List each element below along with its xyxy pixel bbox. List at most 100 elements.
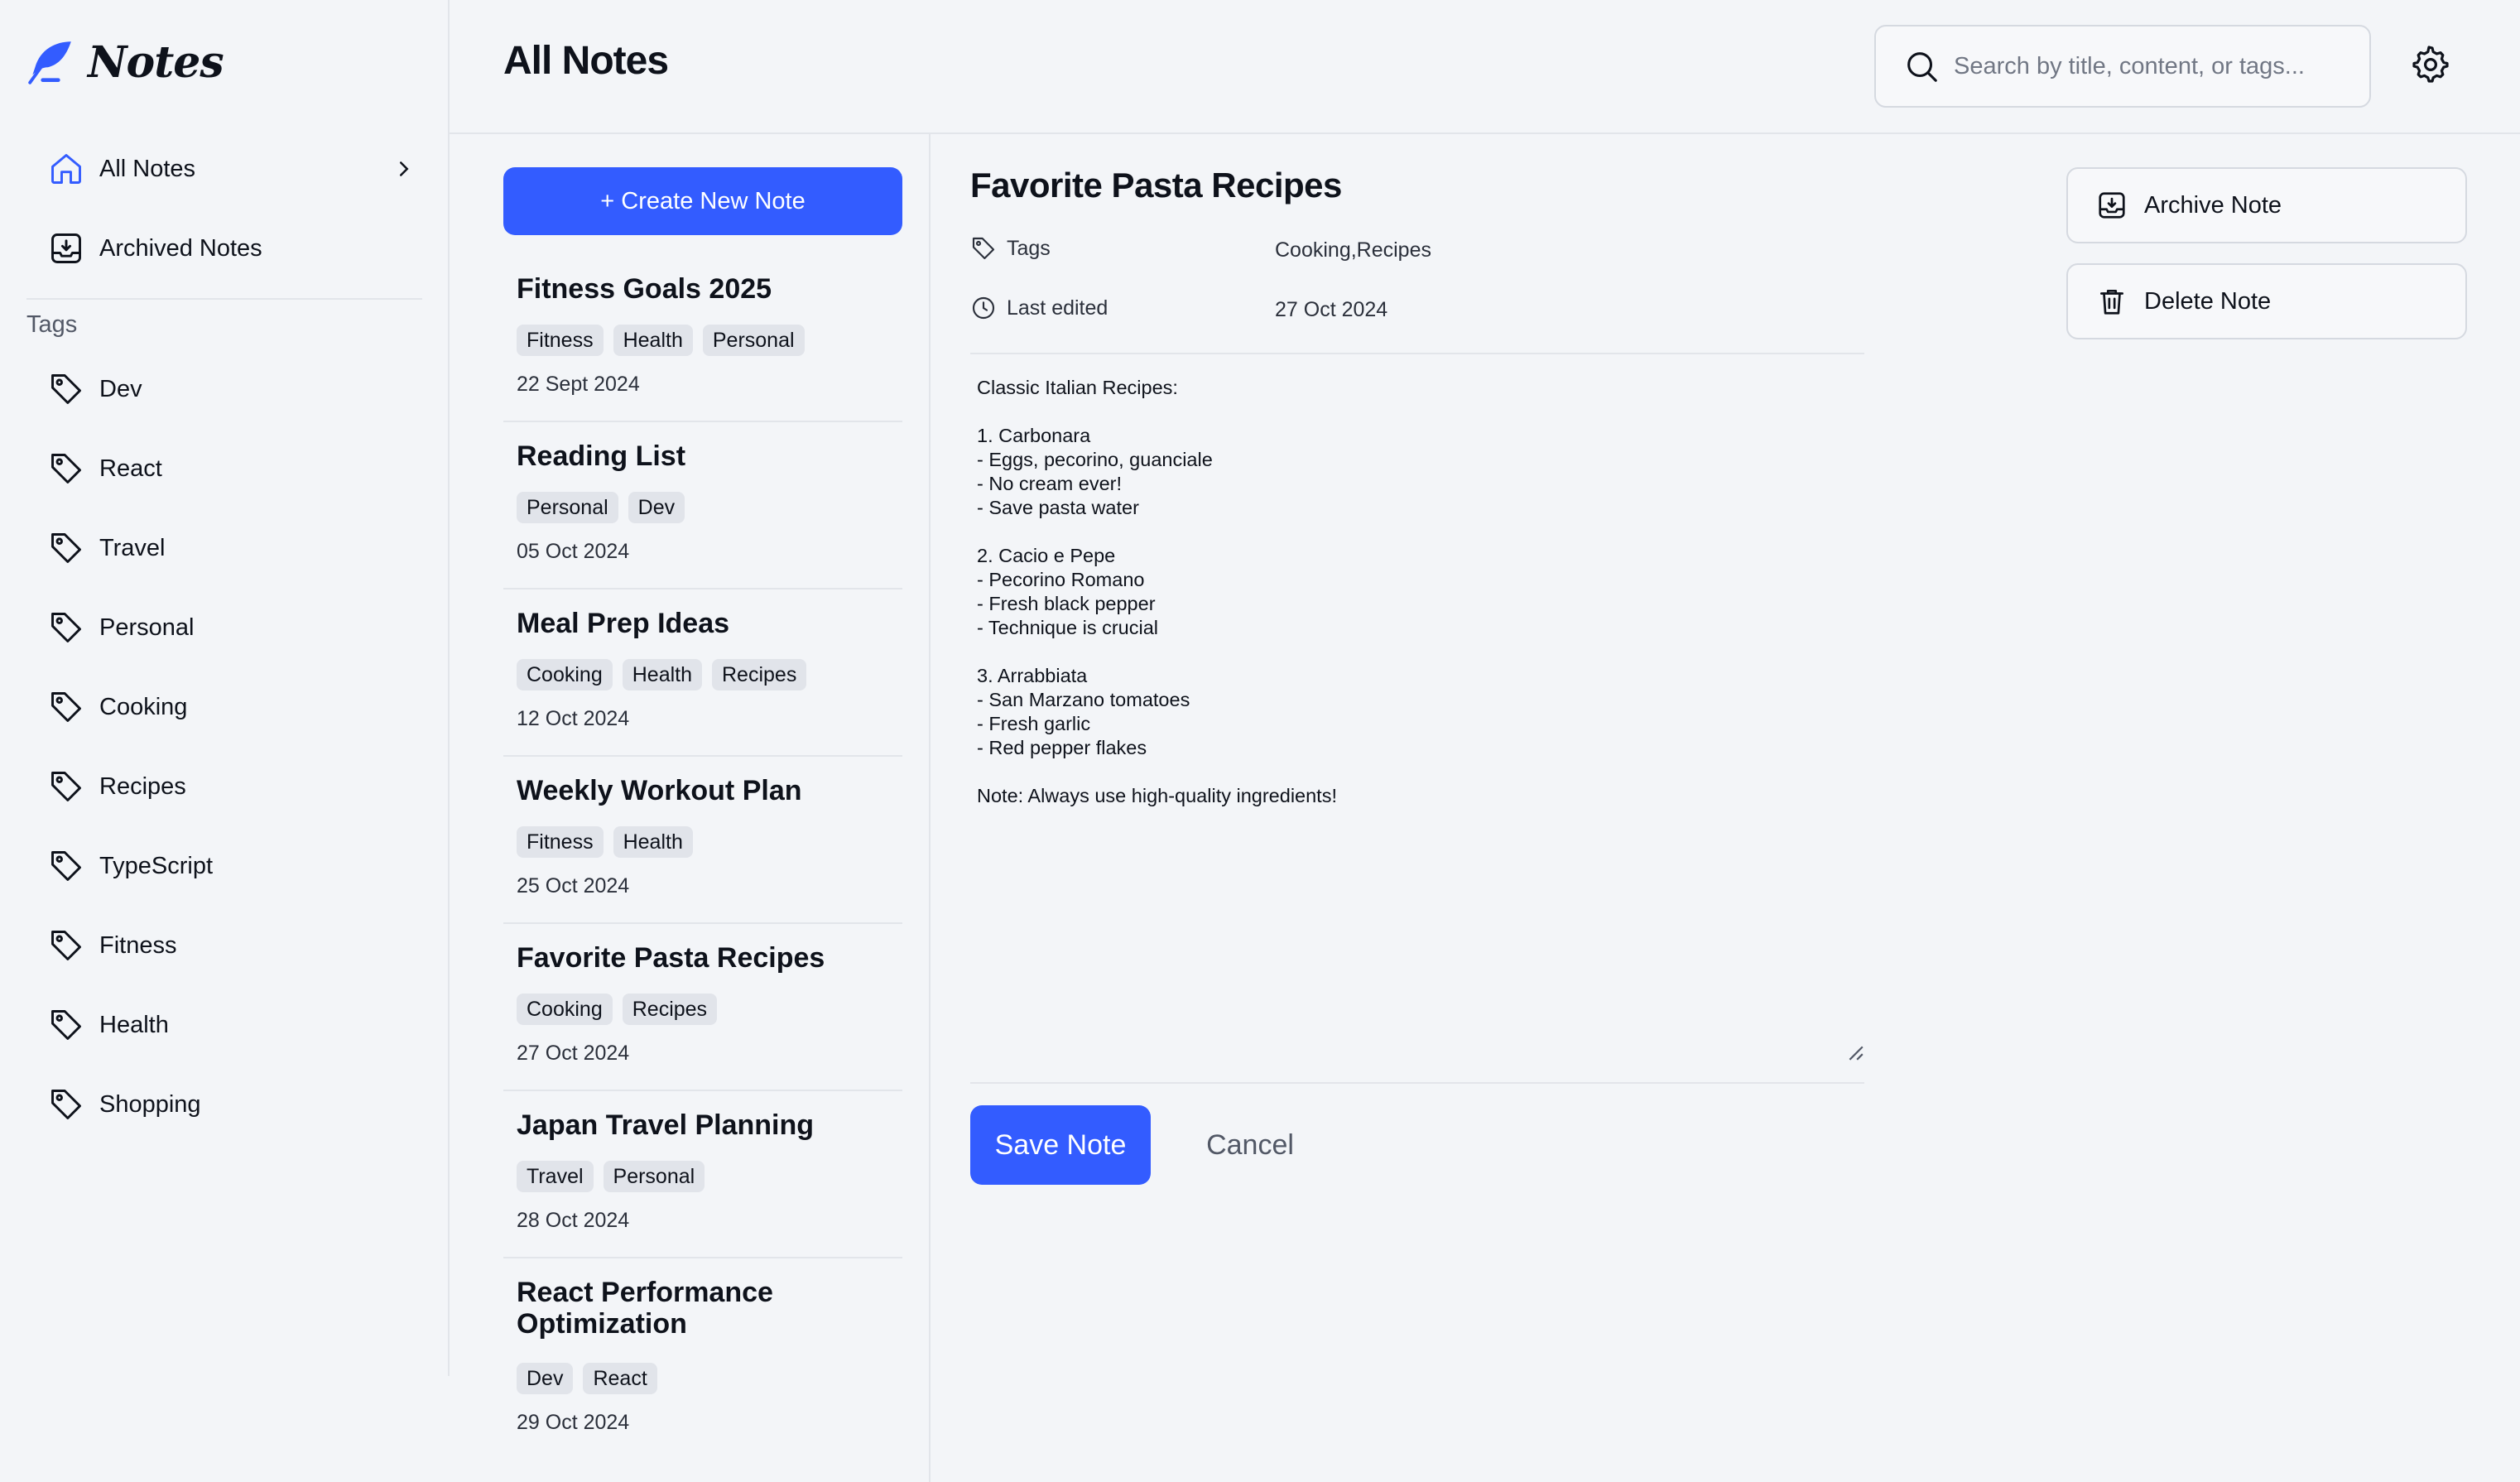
search-icon bbox=[1907, 52, 1937, 82]
home-icon bbox=[48, 151, 84, 187]
sidebar-tag-typescript[interactable]: TypeScript bbox=[48, 840, 213, 893]
sidebar-tag-fitness[interactable]: Fitness bbox=[48, 919, 176, 972]
note-title[interactable]: Favorite Pasta Recipes bbox=[970, 166, 1342, 205]
note-separator bbox=[503, 421, 902, 422]
archive-icon bbox=[48, 230, 84, 267]
note-body-textarea[interactable]: Classic Italian Recipes: 1. Carbonara - … bbox=[977, 376, 1854, 1055]
clock-icon bbox=[972, 296, 995, 320]
tag-icon bbox=[51, 533, 81, 563]
tag-label: Travel bbox=[99, 534, 166, 561]
tag-label: TypeScript bbox=[99, 852, 213, 879]
note-title: React Performance Optimization bbox=[517, 1277, 773, 1340]
nav-item-all-notes[interactable]: All Notes bbox=[48, 142, 416, 195]
tags-heading: Tags bbox=[26, 311, 78, 338]
note-title: Weekly Workout Plan bbox=[517, 775, 802, 806]
note-date: 28 Oct 2024 bbox=[517, 1209, 630, 1232]
note-tag-chip: Dev bbox=[628, 492, 685, 523]
search-box[interactable] bbox=[1874, 25, 2371, 108]
note-tag-chip: Cooking bbox=[517, 659, 613, 690]
note-title: Japan Travel Planning bbox=[517, 1109, 815, 1141]
note-separator bbox=[503, 1090, 902, 1091]
note-separator bbox=[503, 922, 902, 924]
tag-icon bbox=[51, 374, 81, 404]
cancel-button[interactable]: Cancel bbox=[1176, 1105, 1325, 1185]
logo-text: Notes bbox=[88, 36, 224, 88]
editor-divider-top bbox=[970, 353, 1864, 354]
nav-item-archived-notes[interactable]: Archived Notes bbox=[48, 222, 416, 275]
header-divider bbox=[450, 132, 2520, 134]
editor-divider-bottom bbox=[970, 1082, 1864, 1084]
note-tag-chip: Travel bbox=[517, 1161, 594, 1192]
sidebar-tag-travel[interactable]: Travel bbox=[48, 522, 166, 575]
tag-label: Shopping bbox=[99, 1090, 201, 1118]
tag-label: Health bbox=[99, 1011, 169, 1038]
tag-icon bbox=[51, 454, 81, 484]
archive-icon bbox=[2099, 192, 2125, 219]
sidebar-tag-health[interactable]: Health bbox=[48, 998, 169, 1051]
tag-label: React bbox=[99, 455, 162, 482]
sidebar-tag-cooking[interactable]: Cooking bbox=[48, 681, 187, 734]
feather-logo-icon bbox=[28, 41, 71, 84]
search-input[interactable] bbox=[1954, 52, 2351, 80]
archive-note-button[interactable]: Archive Note bbox=[2066, 167, 2467, 243]
sidebar: Notes All Notes Archived Notes Tags Dev R… bbox=[0, 0, 450, 1376]
last-edited-meta-row: Last edited bbox=[970, 295, 1108, 321]
tag-label: Dev bbox=[99, 375, 142, 402]
tags-value[interactable]: Cooking,Recipes bbox=[1275, 238, 1431, 262]
note-tag-chip: Personal bbox=[702, 325, 805, 356]
note-title: Fitness Goals 2025 bbox=[517, 273, 772, 305]
tag-icon bbox=[51, 931, 81, 960]
note-tag-chip: Recipes bbox=[712, 659, 807, 690]
note-tags: Dev React bbox=[517, 1363, 657, 1394]
note-date: 25 Oct 2024 bbox=[517, 874, 630, 897]
note-date: 12 Oct 2024 bbox=[517, 707, 630, 730]
tag-icon bbox=[51, 613, 81, 642]
delete-note-button[interactable]: Delete Note bbox=[2066, 263, 2467, 339]
note-title: Reading List bbox=[517, 440, 686, 472]
tag-label: Personal bbox=[99, 613, 195, 641]
page-title: All Notes bbox=[503, 39, 669, 83]
note-date: 27 Oct 2024 bbox=[517, 1042, 630, 1065]
sidebar-tag-dev[interactable]: Dev bbox=[48, 363, 142, 416]
note-tag-chip: Personal bbox=[603, 1161, 705, 1192]
note-tag-chip: Fitness bbox=[517, 325, 604, 356]
note-tag-chip: Health bbox=[613, 325, 693, 356]
note-date: 29 Oct 2024 bbox=[517, 1411, 630, 1434]
note-tags: Personal Dev bbox=[517, 492, 685, 523]
tag-icon bbox=[972, 237, 995, 260]
note-tag-chip: Health bbox=[622, 659, 702, 690]
sidebar-tag-recipes[interactable]: Recipes bbox=[48, 760, 186, 813]
tag-icon bbox=[51, 1010, 81, 1040]
note-tag-chip: Health bbox=[613, 826, 693, 858]
note-separator bbox=[503, 588, 902, 589]
tags-label: Tags bbox=[1007, 236, 1051, 260]
sidebar-divider bbox=[26, 298, 422, 300]
nav-label: Archived Notes bbox=[99, 234, 262, 262]
note-title: Favorite Pasta Recipes bbox=[517, 942, 825, 974]
tag-label: Cooking bbox=[99, 693, 188, 720]
note-tags: Cooking Health Recipes bbox=[517, 659, 807, 690]
chevron-right-icon bbox=[400, 161, 409, 176]
tag-label: Recipes bbox=[99, 772, 186, 800]
note-tag-chip: Fitness bbox=[517, 826, 604, 858]
sidebar-tag-shopping[interactable]: Shopping bbox=[48, 1078, 201, 1131]
note-tags: Fitness Health bbox=[517, 826, 693, 858]
tag-icon bbox=[51, 692, 81, 722]
note-tags: Travel Personal bbox=[517, 1161, 705, 1192]
app-logo[interactable]: Notes bbox=[25, 36, 224, 88]
sidebar-tag-personal[interactable]: Personal bbox=[48, 601, 194, 654]
note-tag-chip: Cooking bbox=[517, 994, 613, 1025]
create-new-note-button[interactable]: + Create New Note bbox=[503, 167, 902, 235]
last-edited-label: Last edited bbox=[1007, 296, 1109, 320]
resize-handle-icon[interactable] bbox=[1846, 1043, 1864, 1061]
list-divider bbox=[929, 134, 931, 1482]
sidebar-tag-react[interactable]: React bbox=[48, 442, 162, 495]
note-tags: Cooking Recipes bbox=[517, 994, 718, 1025]
settings-gear-icon[interactable] bbox=[2411, 45, 2450, 84]
save-note-button[interactable]: Save Note bbox=[970, 1105, 1151, 1185]
nav-label: All Notes bbox=[99, 155, 196, 182]
last-edited-value: 27 Oct 2024 bbox=[1275, 298, 1388, 321]
note-title: Meal Prep Ideas bbox=[517, 608, 730, 639]
note-tag-chip: Dev bbox=[517, 1363, 574, 1394]
note-tag-chip: Personal bbox=[517, 492, 618, 523]
